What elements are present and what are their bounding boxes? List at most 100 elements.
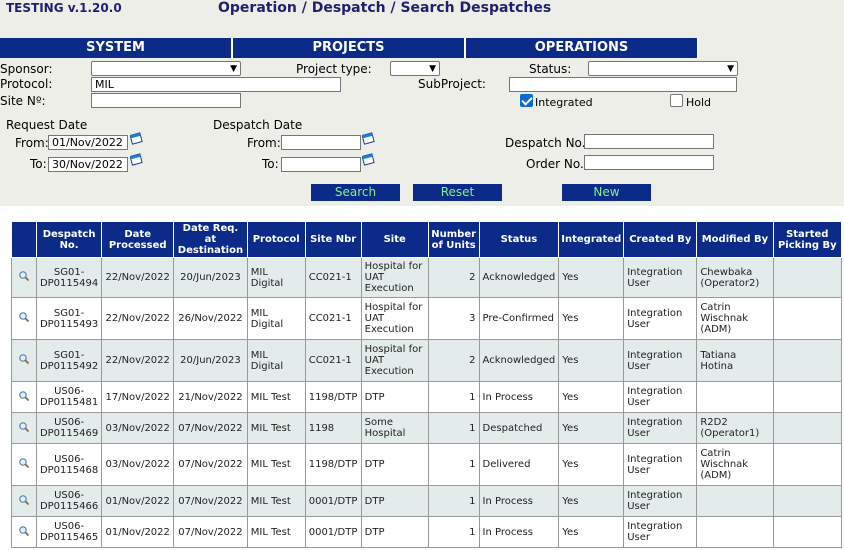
col-header-units[interactable]: Number of Units [427, 221, 480, 258]
subproject-input[interactable] [509, 77, 737, 92]
cell-site-nbr: CC021-1 [304, 257, 362, 298]
col-header-integrated[interactable]: Integrated [558, 221, 625, 258]
nav-tab-operations[interactable]: OPERATIONS [466, 38, 699, 58]
nav-tab-system[interactable]: SYSTEM [0, 38, 233, 58]
cell-modified-by: Catrin Wischnak (ADM) [696, 443, 774, 486]
col-header-date-processed[interactable]: Date Processed [101, 221, 175, 258]
cell-despatch-no: US06-DP0115468 [35, 443, 103, 486]
cell-units: 1 [427, 412, 480, 444]
site-input[interactable] [91, 93, 241, 108]
table-row[interactable]: US06-DP0115468 03/Nov/2022 07/Nov/2022 MIL … [11, 443, 843, 486]
view-cell[interactable] [11, 339, 37, 382]
sponsor-select[interactable]: ▼ [91, 61, 241, 76]
status-label: Status: [529, 62, 572, 76]
magnifier-icon[interactable] [18, 390, 30, 402]
cell-status: Despatched [478, 412, 560, 444]
cell-protocol: MIL Test [246, 516, 306, 548]
protocol-label: Protocol: [0, 77, 53, 91]
cell-date-req: 07/Nov/2022 [173, 412, 248, 444]
cell-integrated: Yes [558, 443, 625, 486]
cell-status: Delivered [478, 443, 560, 486]
calendar-icon[interactable] [130, 132, 143, 145]
cell-protocol: MIL Test [246, 412, 306, 444]
magnifier-icon[interactable] [18, 494, 30, 506]
table-row[interactable]: SG01-DP0115492 22/Nov/2022 20/Jun/2023 MIL … [11, 339, 843, 382]
order-no-input[interactable] [584, 155, 714, 170]
cell-date-req: 07/Nov/2022 [173, 485, 248, 517]
magnifier-icon[interactable] [18, 421, 30, 433]
new-button[interactable]: New [562, 184, 651, 201]
cell-despatch-no: SG01-DP0115494 [35, 257, 103, 298]
cell-date-processed: 22/Nov/2022 [101, 257, 175, 298]
view-cell[interactable] [11, 443, 37, 486]
calendar-icon[interactable] [362, 153, 375, 166]
table-row[interactable]: US06-DP0115481 17/Nov/2022 21/Nov/2022 MIL … [11, 381, 843, 413]
cell-date-processed: 03/Nov/2022 [101, 412, 175, 444]
cell-site-nbr: 1198/DTP [304, 381, 362, 413]
magnifier-icon[interactable] [18, 525, 30, 537]
view-cell[interactable] [11, 516, 37, 548]
hold-checkbox[interactable] [670, 94, 683, 107]
col-header-site-nbr[interactable]: Site Nbr [304, 221, 362, 258]
cell-protocol: MIL Digital [246, 339, 306, 382]
cell-site-nbr: CC021-1 [304, 339, 362, 382]
integrated-checkbox[interactable] [520, 94, 533, 107]
request-from-input[interactable]: 01/Nov/2022 [48, 135, 128, 150]
integrated-label: Integrated [535, 96, 593, 109]
col-header-modified-by[interactable]: Modified By [696, 221, 774, 258]
table-row[interactable]: SG01-DP0115493 22/Nov/2022 26/Nov/2022 MIL … [11, 297, 843, 340]
table-row[interactable]: US06-DP0115466 01/Nov/2022 07/Nov/2022 MIL … [11, 485, 843, 517]
col-header-started-picking-by[interactable]: Started Picking By [772, 221, 843, 258]
col-header-site[interactable]: Site [360, 221, 429, 258]
magnifier-icon[interactable] [18, 457, 30, 469]
cell-site: Hospital for UAT Execution [360, 339, 429, 382]
cell-started-picking-by [772, 516, 843, 548]
col-header-protocol[interactable]: Protocol [246, 221, 306, 258]
chevron-down-icon: ▼ [230, 64, 237, 74]
view-cell[interactable] [11, 412, 37, 444]
cell-created-by: Integration User [623, 257, 698, 298]
calendar-icon[interactable] [130, 153, 143, 166]
cell-status: Pre-Confirmed [478, 297, 560, 340]
col-header-date-req[interactable]: Date Req. at Destination [173, 221, 248, 258]
nav-tab-projects[interactable]: PROJECTS [233, 38, 466, 58]
despatch-from-input[interactable] [281, 135, 361, 150]
col-header-status[interactable]: Status [478, 221, 560, 258]
view-cell[interactable] [11, 257, 37, 298]
cell-date-req: 26/Nov/2022 [173, 297, 248, 340]
view-cell[interactable] [11, 485, 37, 517]
view-cell[interactable] [11, 297, 37, 340]
project-type-label: Project type: [296, 62, 372, 76]
magnifier-icon[interactable] [18, 353, 30, 365]
table-header-row: Despatch No. Date Processed Date Req. at… [11, 221, 843, 258]
despatch-to-input[interactable] [281, 157, 361, 172]
table-row[interactable]: US06-DP0115469 03/Nov/2022 07/Nov/2022 MIL … [11, 412, 843, 444]
cell-modified-by [696, 516, 774, 548]
calendar-icon[interactable] [362, 132, 375, 145]
cell-started-picking-by [772, 339, 843, 382]
search-button[interactable]: Search [311, 184, 400, 201]
table-row[interactable]: SG01-DP0115494 22/Nov/2022 20/Jun/2023 MIL … [11, 257, 843, 298]
view-cell[interactable] [11, 381, 37, 413]
project-type-select[interactable]: ▼ [390, 61, 440, 76]
despatch-no-input[interactable] [584, 134, 714, 149]
col-header-created-by[interactable]: Created By [623, 221, 698, 258]
table-row[interactable]: US06-DP0115465 01/Nov/2022 07/Nov/2022 MIL … [11, 516, 843, 548]
magnifier-icon[interactable] [18, 270, 30, 282]
request-to-input[interactable]: 30/Nov/2022 [48, 157, 128, 172]
cell-units: 1 [427, 443, 480, 486]
reset-button[interactable]: Reset [413, 184, 502, 201]
cell-modified-by [696, 485, 774, 517]
magnifier-icon[interactable] [18, 311, 30, 323]
status-select[interactable]: ▼ [588, 61, 738, 76]
sponsor-label: Sponsor: [0, 62, 53, 76]
cell-site: DTP [360, 381, 429, 413]
cell-date-req: 20/Jun/2023 [173, 257, 248, 298]
protocol-input[interactable]: MIL [91, 77, 341, 92]
cell-site-nbr: 1198 [304, 412, 362, 444]
subproject-label: SubProject: [418, 77, 486, 91]
cell-modified-by: Catrin Wischnak (ADM) [696, 297, 774, 340]
cell-site-nbr: CC021-1 [304, 297, 362, 340]
cell-protocol: MIL Digital [246, 297, 306, 340]
col-header-despatch-no[interactable]: Despatch No. [35, 221, 103, 258]
